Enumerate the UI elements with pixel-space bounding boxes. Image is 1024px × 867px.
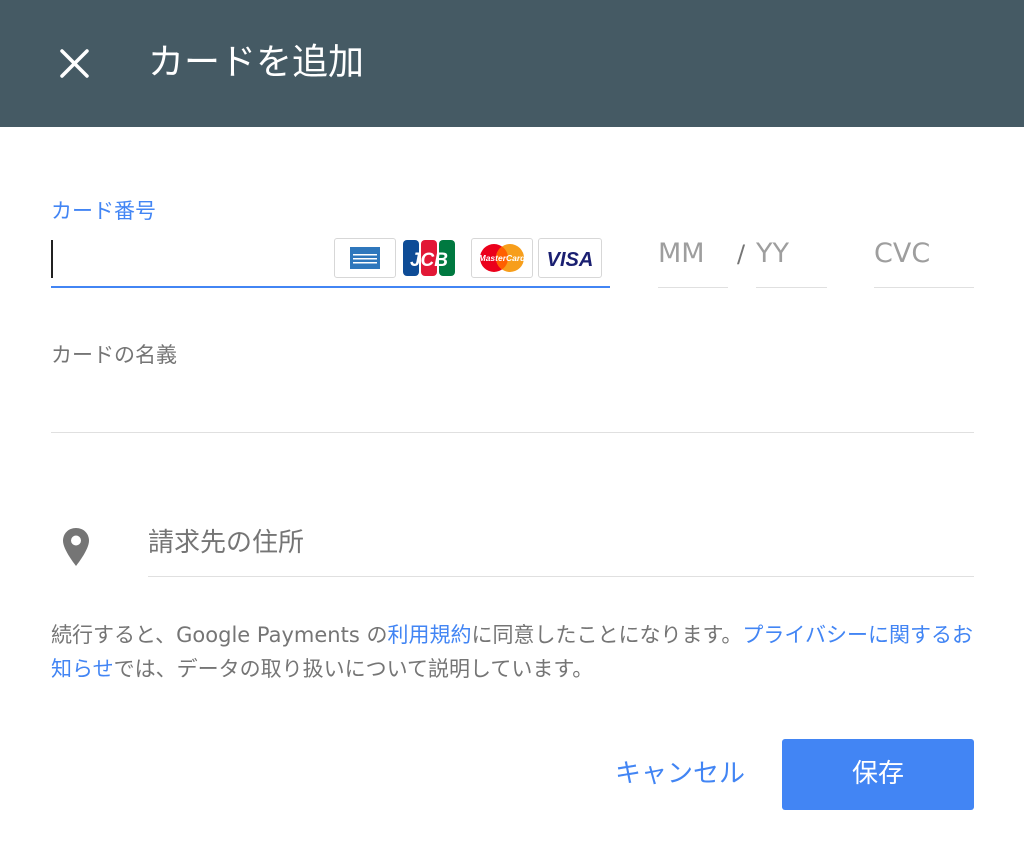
mastercard-logo: MasterCard bbox=[471, 238, 533, 278]
svg-text:JCB: JCB bbox=[410, 250, 448, 271]
cardholder-name-underline bbox=[51, 432, 974, 433]
notice-text-middle: に同意したことになります。 bbox=[471, 623, 743, 647]
expiry-month-underline bbox=[658, 287, 728, 288]
jcb-logo: JCB bbox=[401, 238, 457, 278]
billing-address-input[interactable]: 請求先の住所 bbox=[148, 524, 304, 562]
card-number-underline bbox=[51, 286, 610, 288]
billing-address-underline bbox=[148, 576, 974, 577]
location-pin-icon bbox=[63, 528, 89, 566]
text-caret bbox=[51, 240, 53, 278]
expiry-year-underline bbox=[756, 287, 827, 288]
cvc-underline bbox=[874, 287, 974, 288]
expiry-year-input[interactable]: YY bbox=[756, 236, 789, 272]
amex-logo bbox=[334, 238, 396, 278]
cardholder-name-label: カードの名義 bbox=[51, 343, 177, 367]
cancel-button[interactable]: キャンセル bbox=[600, 745, 760, 803]
notice-text-after: では、データの取り扱いについて説明しています。 bbox=[113, 657, 594, 681]
svg-text:VISA: VISA bbox=[547, 249, 594, 271]
cvc-input[interactable]: CVC bbox=[874, 236, 930, 272]
svg-text:MasterCard: MasterCard bbox=[479, 253, 527, 263]
terms-link[interactable]: 利用規約 bbox=[387, 623, 471, 647]
dialog-header: カードを追加 bbox=[0, 0, 1024, 127]
cardholder-name-input[interactable] bbox=[51, 372, 974, 430]
card-number-label: カード番号 bbox=[51, 199, 156, 223]
expiry-separator: / bbox=[737, 240, 746, 268]
terms-notice: 続行すると、Google Payments の利用規約に同意したことになります。… bbox=[51, 618, 975, 686]
save-button[interactable]: 保存 bbox=[782, 739, 974, 810]
close-icon bbox=[60, 49, 89, 78]
visa-logo: VISA bbox=[538, 238, 602, 278]
close-button[interactable] bbox=[52, 40, 98, 86]
notice-text-before: 続行すると、Google Payments の bbox=[51, 623, 388, 647]
dialog-title: カードを追加 bbox=[148, 42, 365, 83]
expiry-month-input[interactable]: MM bbox=[658, 236, 705, 272]
card-number-input[interactable] bbox=[51, 236, 331, 284]
